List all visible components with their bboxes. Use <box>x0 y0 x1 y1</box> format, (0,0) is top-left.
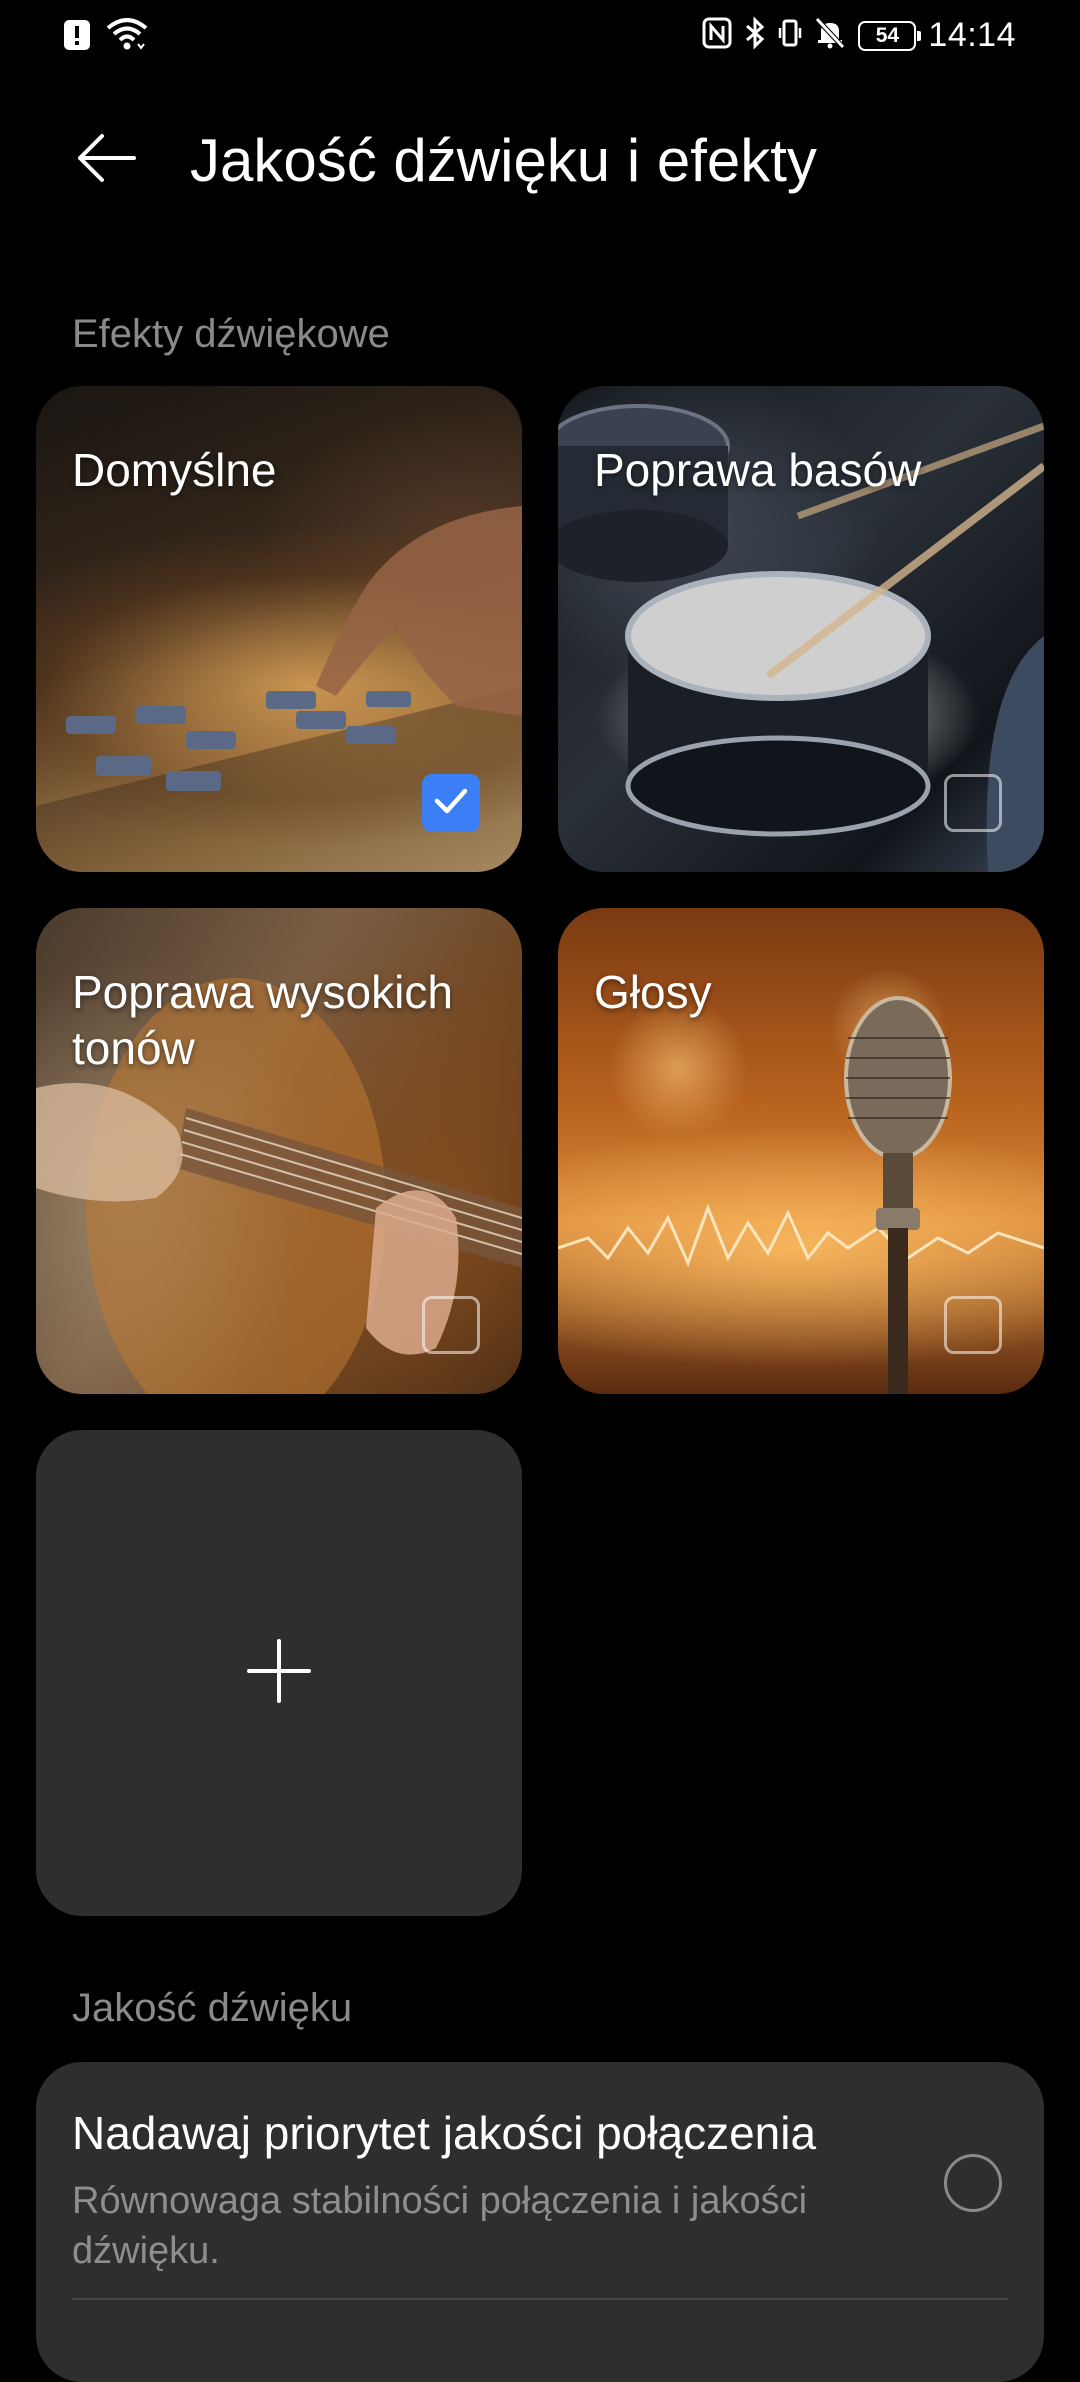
status-left <box>62 18 148 57</box>
effect-card-bass[interactable]: Poprawa basów <box>558 386 1044 872</box>
page-title: Jakość dźwięku i efekty <box>190 127 817 194</box>
section-label-effects: Efekty dźwiękowe <box>72 312 390 356</box>
microphone-shape <box>844 996 952 1394</box>
nfc-icon <box>702 16 732 55</box>
effect-label: Głosy <box>594 966 712 1018</box>
effect-label: Poprawa wysokich tonów <box>72 966 453 1074</box>
quality-option-title: Nadawaj priorytet jakości połączenia <box>72 2107 817 2159</box>
alert-icon <box>62 18 92 57</box>
quality-option-description: Równowaga stabilności połączenia i jakoś… <box>72 2180 808 2272</box>
battery-indicator: 54 <box>858 20 922 51</box>
battery-level: 54 <box>875 23 900 47</box>
effect-checkbox-voices[interactable] <box>944 1296 1002 1354</box>
quality-radio-button[interactable] <box>944 2154 1002 2212</box>
effect-card-treble[interactable]: Poprawa wysokich tonów <box>36 908 522 1394</box>
checkmark-icon <box>433 786 469 821</box>
effect-checkbox-treble[interactable] <box>422 1296 480 1354</box>
effect-checkbox-default[interactable] <box>422 774 480 832</box>
effect-label: Poprawa basów <box>594 444 922 496</box>
status-time: 14:14 <box>928 16 1016 54</box>
vibrate-icon <box>778 16 802 55</box>
bluetooth-icon <box>744 16 766 55</box>
effect-label: Domyślne <box>72 444 277 496</box>
effect-checkbox-bass[interactable] <box>944 774 1002 832</box>
status-bar: 54 14:14 <box>0 0 1080 76</box>
status-right: 54 14:14 <box>702 16 1016 55</box>
effect-card-default[interactable]: Domyślne <box>36 386 522 872</box>
quality-option-card[interactable]: Nadawaj priorytet jakości połączenia Rów… <box>36 2062 1044 2382</box>
arrow-left-icon <box>74 126 138 195</box>
wifi-icon <box>106 18 148 57</box>
section-label-quality: Jakość dźwięku <box>72 1986 353 2030</box>
mute-icon <box>814 16 846 55</box>
back-button[interactable] <box>70 124 142 196</box>
plus-icon <box>247 1638 311 1708</box>
effect-card-voices[interactable]: Głosy <box>558 908 1044 1394</box>
add-effect-button[interactable] <box>36 1430 522 1916</box>
divider <box>72 2298 1008 2300</box>
app-header: Jakość dźwięku i efekty <box>0 110 1080 220</box>
